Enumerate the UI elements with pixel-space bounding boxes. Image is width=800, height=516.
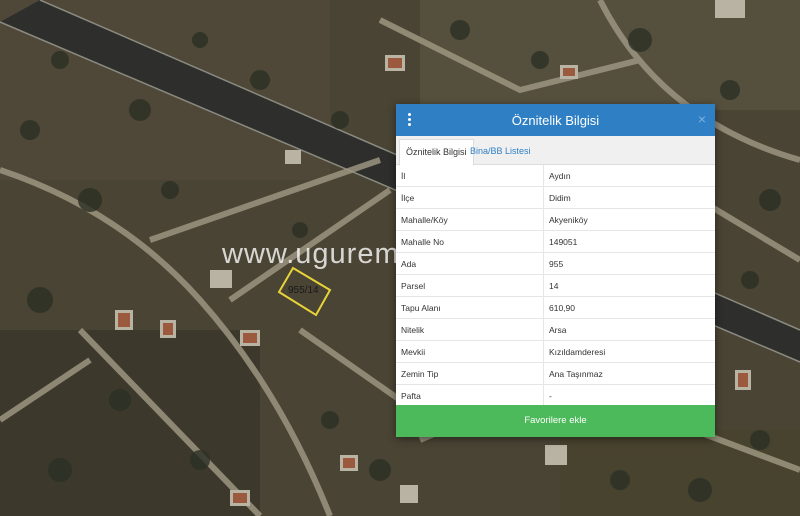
row-key: İl	[396, 165, 544, 187]
row-key: Pafta	[396, 384, 544, 407]
table-row: Mahalle/Köy Akyeniköy	[396, 208, 715, 231]
row-key: Parsel	[396, 274, 544, 297]
row-key: Tapu Alanı	[396, 296, 544, 319]
parcel-label: 955/14	[288, 285, 319, 296]
row-value: Arsa	[543, 318, 715, 341]
add-to-favorites-button[interactable]: Favorilere ekle	[396, 405, 715, 437]
panel-tabs: Öznitelik Bilgisi Bina/BB Listesi	[396, 136, 715, 166]
table-row: Pafta -	[396, 384, 715, 407]
row-value: Kızıldamderesi	[543, 340, 715, 363]
panel-header: Öznitelik Bilgisi ×	[396, 104, 715, 136]
table-row: İl Aydın	[396, 165, 715, 187]
row-key: Mevkii	[396, 340, 544, 363]
table-row: Mevkii Kızıldamderesi	[396, 340, 715, 363]
row-key: İlçe	[396, 186, 544, 209]
row-value: Didim	[543, 186, 715, 209]
table-row: İlçe Didim	[396, 186, 715, 209]
table-row: Tapu Alanı 610,90	[396, 296, 715, 319]
row-value: -	[543, 384, 715, 407]
watermark-text: www.ugurem	[222, 238, 400, 270]
close-icon[interactable]: ×	[698, 111, 706, 127]
table-row: Parsel 14	[396, 274, 715, 297]
row-value: 149051	[543, 230, 715, 253]
row-value: Akyeniköy	[543, 208, 715, 231]
table-row: Mahalle No 149051	[396, 230, 715, 253]
panel-title: Öznitelik Bilgisi	[511, 113, 600, 128]
row-key: Ada	[396, 252, 544, 275]
row-value: 610,90	[543, 296, 715, 319]
table-row: Zemin Tip Ana Taşınmaz	[396, 362, 715, 385]
row-value: Ana Taşınmaz	[543, 362, 715, 385]
tab-attribute-info[interactable]: Öznitelik Bilgisi	[399, 139, 474, 166]
attribute-info-panel: Öznitelik Bilgisi × Öznitelik Bilgisi Bi…	[396, 104, 715, 437]
table-row: Nitelik Arsa	[396, 318, 715, 341]
row-value: 955	[543, 252, 715, 275]
attribute-table: İl Aydın İlçe Didim Mahalle/Köy Akyenikö…	[396, 165, 715, 407]
row-key: Zemin Tip	[396, 362, 544, 385]
row-value: Aydın	[543, 165, 715, 187]
row-key: Mahalle No	[396, 230, 544, 253]
row-key: Nitelik	[396, 318, 544, 341]
table-row: Ada 955	[396, 252, 715, 275]
tab-building-list[interactable]: Bina/BB Listesi	[464, 139, 537, 164]
row-value: 14	[543, 274, 715, 297]
row-key: Mahalle/Köy	[396, 208, 544, 231]
